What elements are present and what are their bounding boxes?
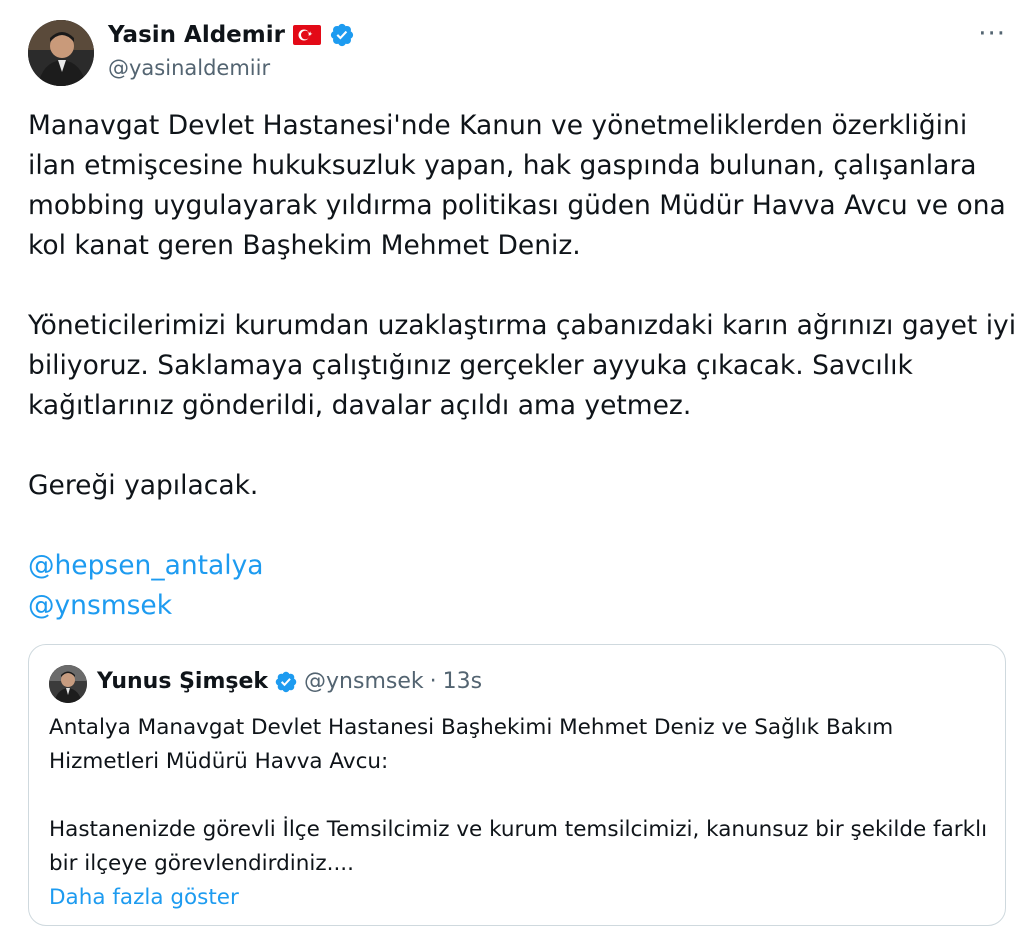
quoted-author-avatar[interactable] xyxy=(49,665,87,703)
mention-link[interactable]: @hepsen_antalya xyxy=(28,546,1018,586)
author-name[interactable]: Yasin Aldemir xyxy=(108,22,285,48)
more-options-icon[interactable]: ··· xyxy=(978,21,1006,47)
quoted-paragraph: Antalya Manavgat Devlet Hastanesi Başhek… xyxy=(49,715,894,774)
verified-badge-icon xyxy=(274,670,298,694)
author-header: Yasin Aldemir xyxy=(108,22,355,48)
author-avatar[interactable] xyxy=(28,20,94,86)
turkey-flag-icon xyxy=(292,25,321,45)
quoted-text: Antalya Manavgat Devlet Hastanesi Başhek… xyxy=(49,711,989,915)
tweet-text: Manavgat Devlet Hastanesi'nde Kanun ve y… xyxy=(28,106,1018,626)
tweet-card: Yasin Aldemir @yasinaldemiir ··· Manavga… xyxy=(0,0,1034,939)
separator-dot: · xyxy=(429,669,437,694)
quoted-author-handle[interactable]: @ynsmsek xyxy=(304,669,424,694)
quoted-tweet[interactable]: Yunus Şimşek @ynsmsek · 13s Antalya Mana… xyxy=(28,644,1006,926)
quoted-header: Yunus Şimşek @ynsmsek · 13s xyxy=(97,669,482,694)
show-more-link[interactable]: Daha fazla göster xyxy=(49,881,989,915)
verified-badge-icon xyxy=(329,22,355,48)
tweet-paragraph: Gereği yapılacak. xyxy=(28,470,259,501)
tweet-paragraph: Manavgat Devlet Hastanesi'nde Kanun ve y… xyxy=(28,110,1006,261)
mention-link[interactable]: @ynsmsek xyxy=(28,586,1018,626)
author-handle[interactable]: @yasinaldemiir xyxy=(108,56,270,80)
quoted-timestamp[interactable]: 13s xyxy=(443,669,482,694)
quoted-author-name[interactable]: Yunus Şimşek xyxy=(97,669,268,694)
tweet-paragraph: Yöneticilerimizi kurumdan uzaklaştırma ç… xyxy=(28,310,1017,421)
quoted-paragraph: Hastanenizde görevli İlçe Temsilcimiz ve… xyxy=(49,817,988,876)
